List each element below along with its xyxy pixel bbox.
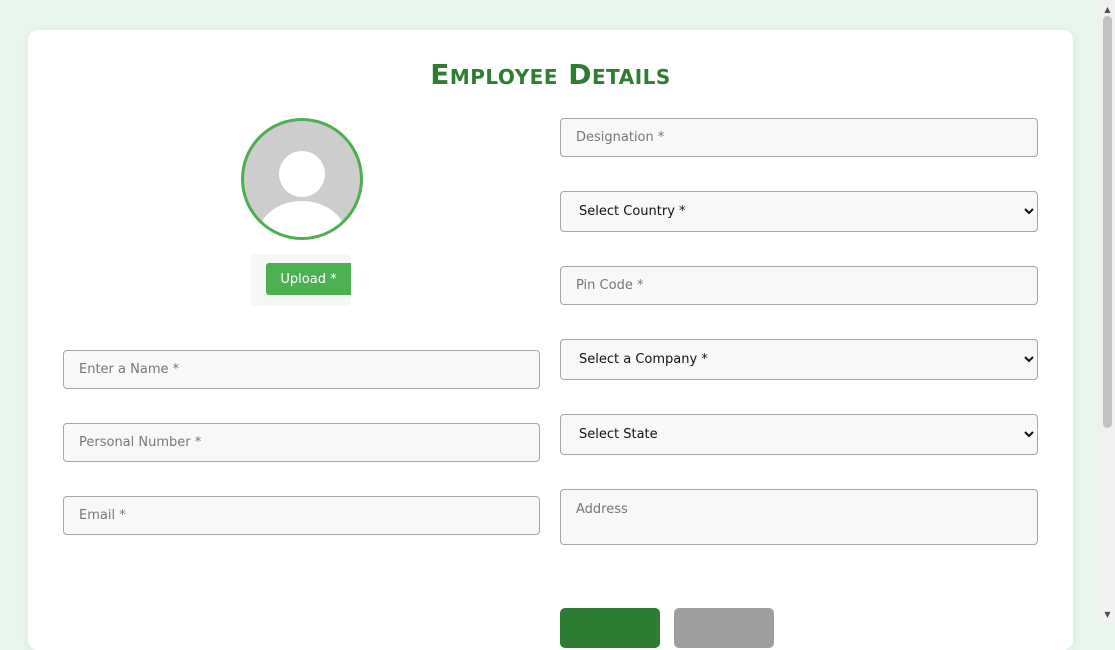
avatar-body bbox=[258, 201, 346, 237]
name-input[interactable] bbox=[63, 350, 540, 389]
email-input[interactable] bbox=[63, 496, 540, 535]
pincode-input[interactable] bbox=[560, 266, 1038, 305]
address-textarea[interactable] bbox=[560, 489, 1038, 545]
reset-button[interactable] bbox=[674, 608, 774, 648]
personal-number-input[interactable] bbox=[63, 423, 540, 462]
avatar-head bbox=[279, 151, 325, 197]
state-select[interactable]: Select State bbox=[560, 414, 1038, 455]
avatar-placeholder-icon bbox=[241, 118, 363, 240]
upload-button[interactable]: Upload * bbox=[266, 263, 351, 295]
scrollbar-thumb[interactable] bbox=[1103, 16, 1112, 428]
company-select[interactable]: Select a Company * bbox=[560, 339, 1038, 380]
chevron-down-icon[interactable]: ▼ bbox=[1100, 607, 1115, 621]
submit-button[interactable] bbox=[560, 608, 660, 648]
designation-input[interactable] bbox=[560, 118, 1038, 157]
chevron-up-icon[interactable]: ▲ bbox=[1100, 2, 1115, 16]
employee-form-card: Employee Details Upload * Select Country… bbox=[28, 30, 1073, 650]
page-scrollbar[interactable]: ▲ ▼ bbox=[1100, 0, 1115, 623]
page-title: Employee Details bbox=[430, 58, 671, 91]
upload-container: Upload * bbox=[250, 254, 351, 306]
country-select[interactable]: Select Country * bbox=[560, 191, 1038, 232]
